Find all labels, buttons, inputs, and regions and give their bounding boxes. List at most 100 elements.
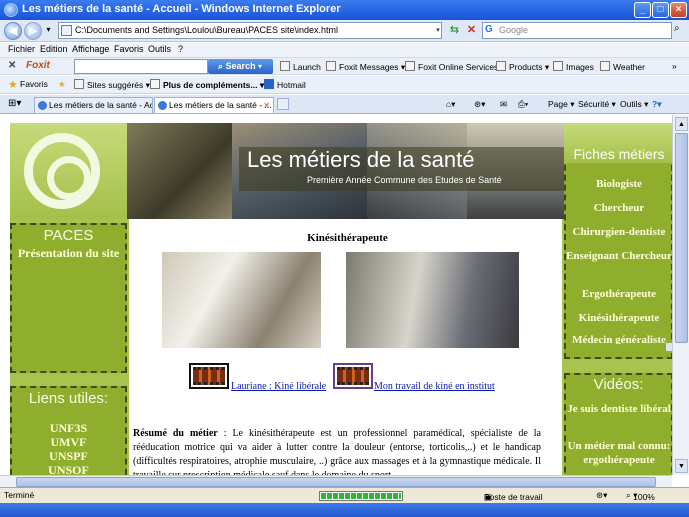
securite-menu[interactable]: Sécurité ▾ [578, 99, 616, 110]
menu-fichier[interactable]: Fichier [8, 44, 35, 54]
address-bar: ◀ ▶ ▾ C:\Documents and Settings\Loulou\B… [0, 20, 689, 42]
feeds-icon[interactable]: ⊛▾ [474, 99, 485, 110]
link-unsof[interactable]: UNSOF [12, 463, 125, 475]
site-banner: Les métiers de la santé Première Année C… [127, 123, 564, 219]
favorites-star-icon: ★ [8, 79, 18, 91]
progress-fill [321, 493, 401, 499]
presentation-link[interactable]: Présentation du site [12, 246, 125, 260]
fiches-title: Fiches métiers [573, 146, 665, 162]
video-dentiste[interactable]: Je suis dentiste libéral [566, 402, 672, 416]
resume-label: Résumé du métier [133, 428, 218, 439]
fiche-biologiste[interactable]: Biologiste [566, 178, 672, 191]
site: PACES Présentation du site Liens utiles:… [10, 123, 672, 475]
close-button[interactable]: × [670, 2, 687, 18]
services-icon [405, 61, 415, 71]
images-button[interactable]: Images [553, 61, 594, 72]
hscroll-thumb[interactable] [16, 477, 656, 487]
menu-outils[interactable]: Outils [148, 44, 171, 54]
menu-bar: Fichier Edition Affichage Favoris Outils… [0, 43, 689, 57]
site-logo[interactable] [10, 123, 127, 219]
url-dropdown-icon[interactable]: ▾ [434, 23, 442, 38]
foxit-messages-button[interactable]: Foxit Messages ▾ [326, 61, 405, 73]
help-icon[interactable]: ?▾ [652, 99, 661, 110]
scroll-up-icon[interactable]: ▲ [675, 117, 688, 131]
horizontal-scrollbar[interactable] [0, 475, 672, 487]
back-button[interactable]: ◀ [4, 22, 22, 40]
scroll-down-icon[interactable]: ▼ [675, 459, 688, 473]
tab-1[interactable]: Les métiers de la santé - Acc... [34, 97, 153, 113]
window-title: Les métiers de la santé - Accueil - Wind… [22, 3, 341, 15]
foxit-search-button[interactable]: ⌕ Search ▾ [208, 59, 273, 74]
menu-affichage[interactable]: Affichage [72, 44, 109, 54]
video-ergotherapeute[interactable]: Un métier mal connu: ergothérapeute [566, 439, 672, 467]
video-link-institut[interactable]: Mon travail de kiné en institut [374, 381, 495, 392]
foxit-toolbar: ✕ Foxit ⌕ Search ▾ Launch Foxit Messages… [0, 57, 689, 75]
close-toolbar-icon[interactable]: ✕ [8, 60, 16, 71]
link-unf3s[interactable]: UNF3S [12, 421, 125, 435]
print-icon[interactable]: ⎙▾ [518, 99, 528, 110]
tab-close-icon[interactable]: ✕ [263, 98, 270, 113]
menu-favoris[interactable]: Favoris [114, 44, 144, 54]
mail-icon[interactable]: ✉ [500, 99, 507, 110]
fiche-medecin-generaliste[interactable]: Médecin généraliste [566, 334, 672, 344]
scroll-thumb[interactable] [675, 133, 688, 343]
launch-button[interactable]: Launch [280, 61, 321, 72]
sites-suggeres-link[interactable]: Sites suggérés ▾ [74, 79, 150, 91]
weather-button[interactable]: Weather [600, 61, 645, 72]
tab-row: ⊞▾ Les métiers de la santé - Acc... Les … [0, 95, 689, 114]
fiche-ergotherapeute[interactable]: Ergothérapeute [566, 288, 672, 301]
main-content: Kinésithérapeute Lauriane : Kiné libéral… [127, 219, 564, 475]
kine-photo-2 [346, 252, 519, 348]
fiche-enseignant-chercheur[interactable]: Enseignant Chercheur [566, 250, 672, 263]
protected-mode-icon[interactable]: ⊛▾ [596, 490, 607, 501]
link-unspf[interactable]: UNSPF [12, 449, 125, 463]
logo-ring-icon [24, 133, 100, 209]
foxit-search-input[interactable] [74, 59, 208, 74]
foxit-logo[interactable]: Foxit [26, 60, 50, 71]
zoom-control[interactable]: ⌕ 100% ▾ [626, 490, 655, 502]
paces-panel: PACES Présentation du site [10, 223, 127, 373]
status-bar: Terminé ▣ Poste de travail ⊛▾ ⌕ 100% ▾ [0, 487, 689, 503]
menu-edition[interactable]: Edition [40, 44, 68, 54]
home-icon[interactable]: ⌂▾ [446, 99, 455, 110]
link-umvf[interactable]: UMVF [12, 435, 125, 449]
favorites-button[interactable]: Favoris [20, 79, 48, 89]
maximize-button[interactable]: □ [652, 2, 669, 18]
vertical-scrollbar[interactable]: ▲ ▼ [672, 115, 689, 475]
foxit-online-services-button[interactable]: Foxit Online Services [405, 61, 498, 72]
images-icon [553, 61, 563, 71]
refresh-icon[interactable]: ⇆ [446, 22, 463, 39]
film-icon[interactable] [189, 363, 229, 389]
products-button[interactable]: Products ▾ [496, 61, 549, 73]
fiche-chirurgien-dentiste[interactable]: Chirurgien-dentiste [566, 226, 672, 239]
fiche-chercheur[interactable]: Chercheur [566, 202, 672, 215]
hotmail-link[interactable]: Hotmail [264, 79, 306, 90]
quick-tabs-icon[interactable]: ⊞▾ [8, 98, 21, 109]
video-link-lauriane[interactable]: Lauriane : Kiné libérale [231, 381, 326, 392]
page-heading: Kinésithérapeute [307, 232, 388, 244]
fiche-kinesitherapeute[interactable]: Kinésithérapeute [566, 312, 672, 325]
page-menu[interactable]: Page ▾ [548, 99, 575, 110]
outils-menu[interactable]: Outils ▾ [620, 99, 648, 110]
plus-de-complements-link[interactable]: Plus de compléments... ▾ [150, 79, 264, 91]
stop-icon[interactable]: ✕ [463, 22, 480, 39]
google-icon: G [485, 24, 493, 35]
film-icon[interactable] [333, 363, 373, 389]
hotmail-icon [264, 79, 274, 89]
kine-photo-1 [162, 252, 321, 348]
ie-page-icon [74, 79, 84, 89]
search-input[interactable]: G Google [482, 22, 672, 39]
toolbar-more-icon[interactable]: » [672, 61, 677, 71]
status-text: Terminé [4, 490, 35, 500]
add-favorite-icon[interactable]: ★ [58, 79, 66, 90]
search-icon[interactable]: ⌕ [674, 23, 680, 34]
history-dropdown-icon[interactable]: ▾ [40, 22, 57, 39]
menu-help[interactable]: ? [178, 44, 183, 54]
minimize-button[interactable]: _ [634, 2, 651, 18]
taskbar [0, 503, 689, 517]
new-tab-button[interactable] [277, 98, 289, 110]
favorites-bar: ★ Favoris ★ Sites suggérés ▾ Plus de com… [0, 76, 689, 94]
page-icon [61, 25, 72, 36]
url-input[interactable]: C:\Documents and Settings\Loulou\Bureau\… [58, 22, 442, 39]
tab-2[interactable]: Les métiers de la santé - ... ✕ [154, 97, 274, 113]
